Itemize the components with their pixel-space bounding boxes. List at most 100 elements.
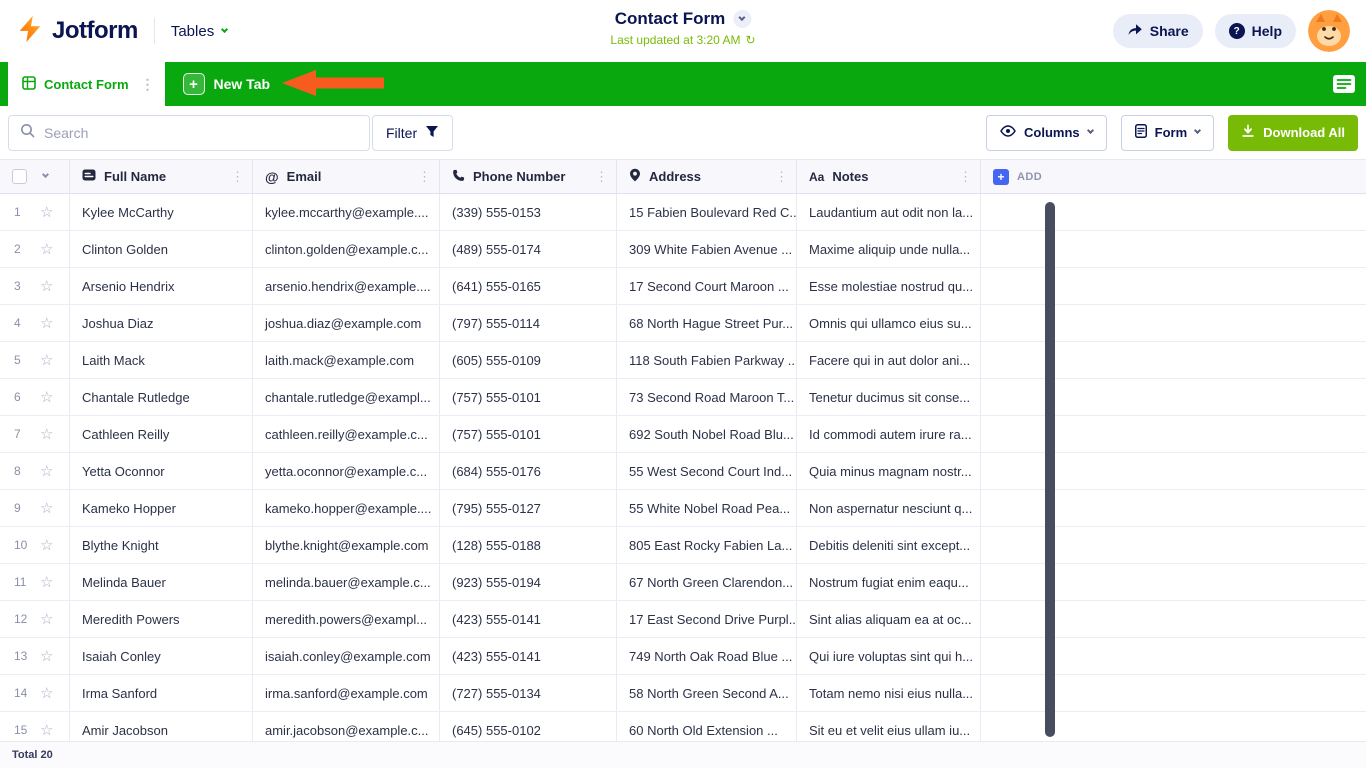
cell-phone[interactable]: (795) 555-0127	[440, 490, 617, 526]
cell-address[interactable]: 15 Fabien Boulevard Red C...	[617, 194, 797, 230]
cell-email[interactable]: meredith.powers@exampl...	[253, 601, 440, 637]
row-select-cell[interactable]: 14☆	[0, 675, 70, 711]
cell-email[interactable]: laith.mack@example.com	[253, 342, 440, 378]
cell-phone[interactable]: (489) 555-0174	[440, 231, 617, 267]
cell-address[interactable]: 68 North Hague Street Pur...	[617, 305, 797, 341]
tab-contact-form[interactable]: Contact Form ⋮	[8, 62, 165, 106]
cell-notes[interactable]: Sit eu et velit eius ullam iu...	[797, 712, 981, 741]
star-icon[interactable]: ☆	[40, 314, 53, 332]
row-select-cell[interactable]: 8☆	[0, 453, 70, 489]
jotform-logo[interactable]: Jotform	[16, 15, 138, 48]
cell-email[interactable]: isaiah.conley@example.com	[253, 638, 440, 674]
star-icon[interactable]: ☆	[40, 203, 53, 221]
star-icon[interactable]: ☆	[40, 277, 53, 295]
cell-address[interactable]: 749 North Oak Road Blue ...	[617, 638, 797, 674]
cell-email[interactable]: blythe.knight@example.com	[253, 527, 440, 563]
star-icon[interactable]: ☆	[40, 388, 53, 406]
star-icon[interactable]: ☆	[40, 536, 53, 554]
kebab-icon[interactable]: ⋮	[141, 76, 155, 93]
cell-phone[interactable]: (757) 555-0101	[440, 379, 617, 415]
cell-notes[interactable]: Esse molestiae nostrud qu...	[797, 268, 981, 304]
cell-full-name[interactable]: Arsenio Hendrix	[70, 268, 253, 304]
cell-email[interactable]: amir.jacobson@example.c...	[253, 712, 440, 741]
cell-phone[interactable]: (645) 555-0102	[440, 712, 617, 741]
cell-email[interactable]: clinton.golden@example.c...	[253, 231, 440, 267]
search-input[interactable]	[44, 125, 358, 141]
avatar[interactable]	[1308, 10, 1350, 52]
cell-full-name[interactable]: Cathleen Reilly	[70, 416, 253, 452]
cell-address[interactable]: 805 East Rocky Fabien La...	[617, 527, 797, 563]
star-icon[interactable]: ☆	[40, 240, 53, 258]
row-select-cell[interactable]: 13☆	[0, 638, 70, 674]
row-select-cell[interactable]: 10☆	[0, 527, 70, 563]
cell-notes[interactable]: Nostrum fugiat enim eaqu...	[797, 564, 981, 600]
cell-phone[interactable]: (923) 555-0194	[440, 564, 617, 600]
search-box[interactable]	[8, 115, 370, 151]
row-select-cell[interactable]: 9☆	[0, 490, 70, 526]
kebab-icon[interactable]: ⋮	[595, 169, 608, 185]
star-icon[interactable]: ☆	[40, 499, 53, 517]
cell-email[interactable]: kylee.mccarthy@example....	[253, 194, 440, 230]
cell-notes[interactable]: Non aspernatur nesciunt q...	[797, 490, 981, 526]
cell-notes[interactable]: Totam nemo nisi eius nulla...	[797, 675, 981, 711]
refresh-icon[interactable]: ↻	[746, 33, 756, 47]
cell-notes[interactable]: Facere qui in aut dolor ani...	[797, 342, 981, 378]
cell-phone[interactable]: (128) 555-0188	[440, 527, 617, 563]
vertical-scrollbar[interactable]	[1045, 202, 1055, 737]
row-select-cell[interactable]: 3☆	[0, 268, 70, 304]
row-select-cell[interactable]: 12☆	[0, 601, 70, 637]
cell-phone[interactable]: (605) 555-0109	[440, 342, 617, 378]
cell-address[interactable]: 17 East Second Drive Purpl...	[617, 601, 797, 637]
cell-phone[interactable]: (339) 555-0153	[440, 194, 617, 230]
kebab-icon[interactable]: ⋮	[418, 169, 431, 185]
cell-notes[interactable]: Debitis deleniti sint except...	[797, 527, 981, 563]
cell-email[interactable]: irma.sanford@example.com	[253, 675, 440, 711]
cell-phone[interactable]: (757) 555-0101	[440, 416, 617, 452]
row-select-cell[interactable]: 1☆	[0, 194, 70, 230]
cell-phone[interactable]: (727) 555-0134	[440, 675, 617, 711]
star-icon[interactable]: ☆	[40, 573, 53, 591]
new-tab-button[interactable]: + New Tab	[183, 73, 271, 95]
row-select-cell[interactable]: 7☆	[0, 416, 70, 452]
cell-notes[interactable]: Quia minus magnam nostr...	[797, 453, 981, 489]
cell-email[interactable]: chantale.rutledge@exampl...	[253, 379, 440, 415]
cell-full-name[interactable]: Joshua Diaz	[70, 305, 253, 341]
kebab-icon[interactable]: ⋮	[775, 169, 788, 185]
cell-full-name[interactable]: Kameko Hopper	[70, 490, 253, 526]
cell-address[interactable]: 67 North Green Clarendon...	[617, 564, 797, 600]
tables-nav-dropdown[interactable]: Tables	[171, 23, 227, 40]
cell-email[interactable]: arsenio.hendrix@example....	[253, 268, 440, 304]
cell-full-name[interactable]: Kylee McCarthy	[70, 194, 253, 230]
cell-full-name[interactable]: Chantale Rutledge	[70, 379, 253, 415]
select-all-checkbox[interactable]	[12, 169, 27, 184]
select-all-cell[interactable]	[0, 160, 70, 193]
cell-phone[interactable]: (797) 555-0114	[440, 305, 617, 341]
cell-address[interactable]: 55 West Second Court Ind...	[617, 453, 797, 489]
cell-email[interactable]: kameko.hopper@example....	[253, 490, 440, 526]
row-select-cell[interactable]: 11☆	[0, 564, 70, 600]
star-icon[interactable]: ☆	[40, 425, 53, 443]
cell-notes[interactable]: Tenetur ducimus sit conse...	[797, 379, 981, 415]
star-icon[interactable]: ☆	[40, 351, 53, 369]
column-header-full-name[interactable]: Full Name ⋮	[70, 160, 253, 193]
cell-email[interactable]: melinda.bauer@example.c...	[253, 564, 440, 600]
cell-notes[interactable]: Id commodi autem irure ra...	[797, 416, 981, 452]
title-dropdown-button[interactable]	[733, 10, 751, 28]
cell-address[interactable]: 118 South Fabien Parkway ...	[617, 342, 797, 378]
cell-full-name[interactable]: Meredith Powers	[70, 601, 253, 637]
row-select-cell[interactable]: 2☆	[0, 231, 70, 267]
filter-button[interactable]: Filter	[372, 115, 453, 151]
cell-address[interactable]: 60 North Old Extension ...	[617, 712, 797, 741]
star-icon[interactable]: ☆	[40, 684, 53, 702]
cell-full-name[interactable]: Isaiah Conley	[70, 638, 253, 674]
form-button[interactable]: Form	[1121, 115, 1215, 151]
cell-email[interactable]: joshua.diaz@example.com	[253, 305, 440, 341]
share-button[interactable]: Share	[1113, 14, 1203, 48]
kebab-icon[interactable]: ⋮	[959, 169, 972, 185]
cell-notes[interactable]: Sint alias aliquam ea at oc...	[797, 601, 981, 637]
column-header-notes[interactable]: Aa Notes ⋮	[797, 160, 981, 193]
cell-phone[interactable]: (423) 555-0141	[440, 601, 617, 637]
column-header-email[interactable]: @ Email ⋮	[253, 160, 440, 193]
cell-notes[interactable]: Maxime aliquip unde nulla...	[797, 231, 981, 267]
cell-phone[interactable]: (641) 555-0165	[440, 268, 617, 304]
